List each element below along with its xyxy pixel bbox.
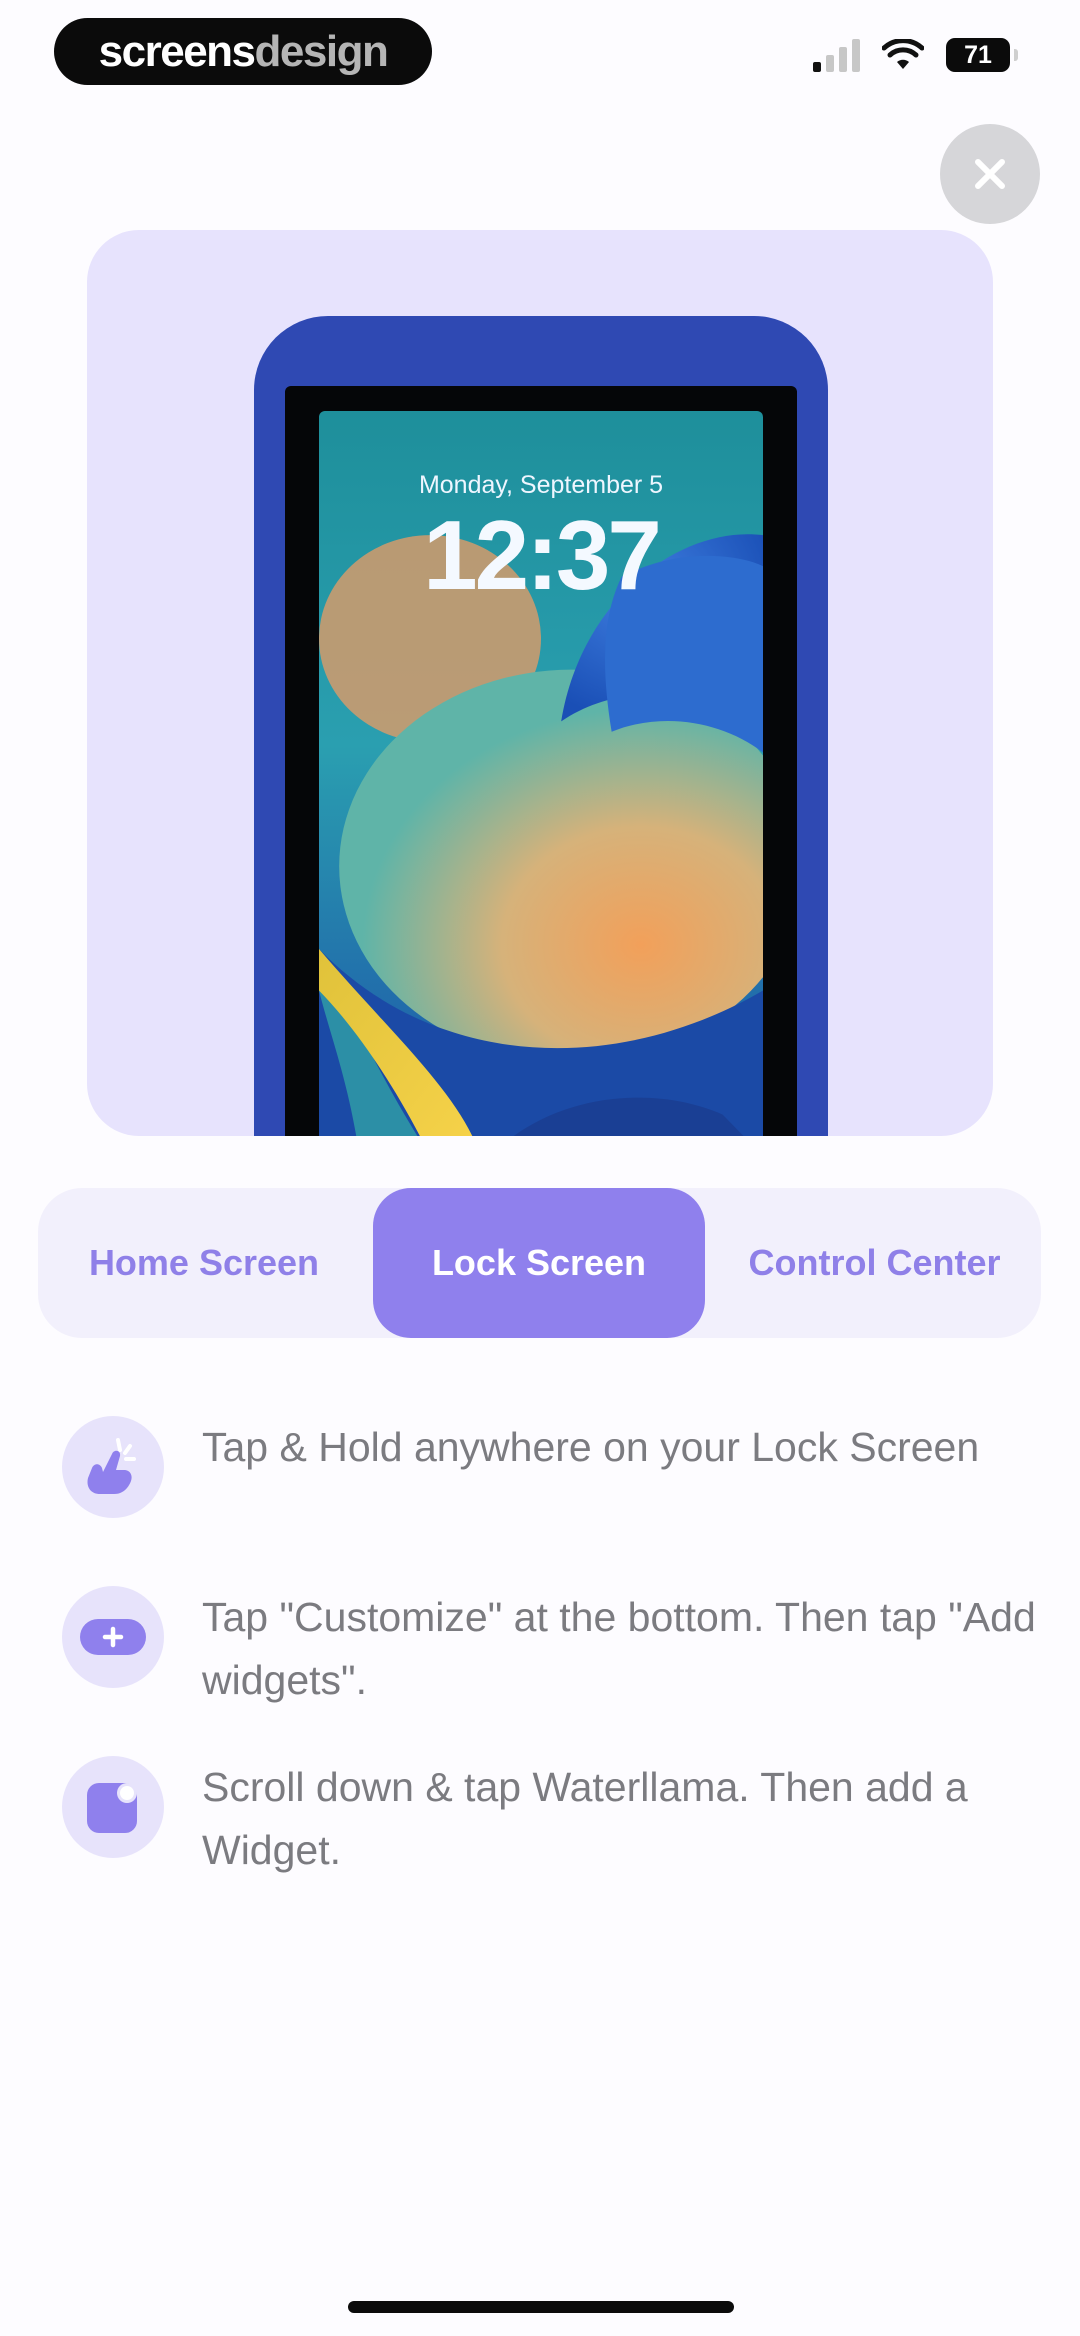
close-button[interactable] [940, 124, 1040, 224]
instruction-step-2-text: Tap "Customize" at the bottom. Then tap … [202, 1594, 1036, 1703]
home-indicator[interactable] [348, 2301, 734, 2313]
instruction-step-3-text: Scroll down & tap Waterllama. Then add a… [202, 1764, 968, 1873]
status-bar: 71 [813, 38, 1018, 72]
battery-indicator: 71 [946, 38, 1018, 72]
brand-badge: screens design [54, 18, 432, 85]
phone-bezel: Monday, September 5 12:37 [285, 386, 797, 1136]
screen-type-selector: Home Screen Lock Screen Control Center [38, 1188, 1041, 1338]
lock-screen-date: Monday, September 5 [418, 471, 664, 499]
add-plus-icon [62, 1586, 164, 1688]
lock-screen-time: 12:37 [423, 500, 662, 610]
battery-level: 71 [964, 40, 992, 69]
close-icon [975, 159, 1005, 189]
tap-hold-hand-icon [62, 1416, 164, 1518]
tab-lock-screen[interactable]: Lock Screen [373, 1188, 705, 1338]
brand-text-screens: screens [98, 26, 256, 76]
widget-icon [62, 1756, 164, 1858]
phone-mockup: Monday, September 5 12:37 [254, 316, 828, 1136]
lock-screen-wallpaper: Monday, September 5 12:37 [319, 411, 763, 1136]
lock-screen-preview: Monday, September 5 12:37 [87, 230, 993, 1136]
tab-control-center[interactable]: Control Center [708, 1188, 1041, 1338]
brand-text-design: design [254, 26, 389, 76]
instruction-step-1-text: Tap & Hold anywhere on your Lock Screen [202, 1424, 980, 1470]
wifi-icon [882, 39, 924, 69]
cellular-signal-icon [813, 38, 860, 72]
tab-home-screen[interactable]: Home Screen [38, 1188, 370, 1338]
